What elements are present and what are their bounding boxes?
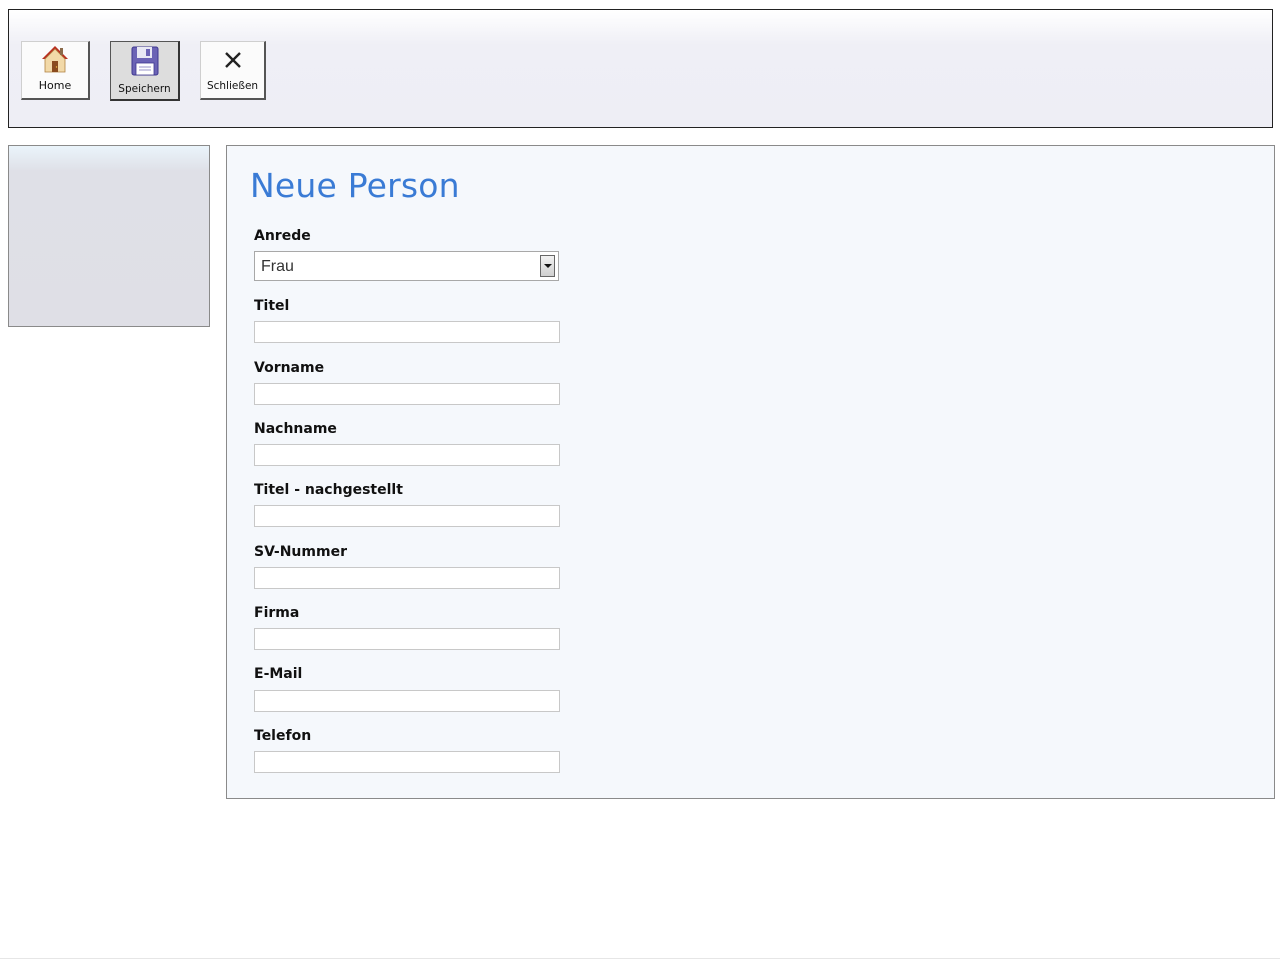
nachname-field[interactable]: [254, 444, 560, 466]
chevron-down-icon[interactable]: [540, 255, 555, 277]
save-button-label: Speichern: [118, 83, 171, 95]
firma-label: Firma: [254, 605, 300, 621]
close-button[interactable]: Schließen: [200, 41, 266, 100]
anrede-selected-value: Frau: [261, 258, 294, 275]
titel-field[interactable]: [254, 321, 560, 343]
home-button[interactable]: Home: [21, 41, 90, 100]
save-button[interactable]: Speichern: [110, 41, 180, 101]
anrede-select[interactable]: Frau: [254, 251, 559, 281]
page-title: Neue Person: [250, 166, 460, 205]
telefon-label: Telefon: [254, 728, 312, 744]
firma-field[interactable]: [254, 628, 560, 650]
email-label: E-Mail: [254, 666, 303, 682]
sv-nummer-label: SV-Nummer: [254, 544, 347, 560]
toolbar: Home Speichern Schließen: [8, 9, 1273, 128]
floppy-disk-icon: [111, 42, 178, 79]
titel-nachgestellt-field[interactable]: [254, 505, 560, 527]
email-field[interactable]: [254, 690, 560, 712]
titel-label: Titel: [254, 298, 290, 314]
form-panel: Neue Person Anrede Frau Titel Vorname Na…: [226, 145, 1275, 799]
page-bottom-divider: [0, 958, 1280, 959]
sv-nummer-field[interactable]: [254, 567, 560, 589]
titel-nachgestellt-label: Titel - nachgestellt: [254, 482, 403, 498]
home-icon: [22, 42, 88, 77]
close-icon: [201, 42, 264, 74]
telefon-field[interactable]: [254, 751, 560, 773]
home-button-label: Home: [38, 79, 72, 92]
vorname-field[interactable]: [254, 383, 560, 405]
close-button-label: Schließen: [206, 80, 259, 92]
side-panel: [8, 145, 210, 327]
vorname-label: Vorname: [254, 360, 325, 376]
anrede-label: Anrede: [254, 228, 311, 244]
nachname-label: Nachname: [254, 421, 337, 437]
